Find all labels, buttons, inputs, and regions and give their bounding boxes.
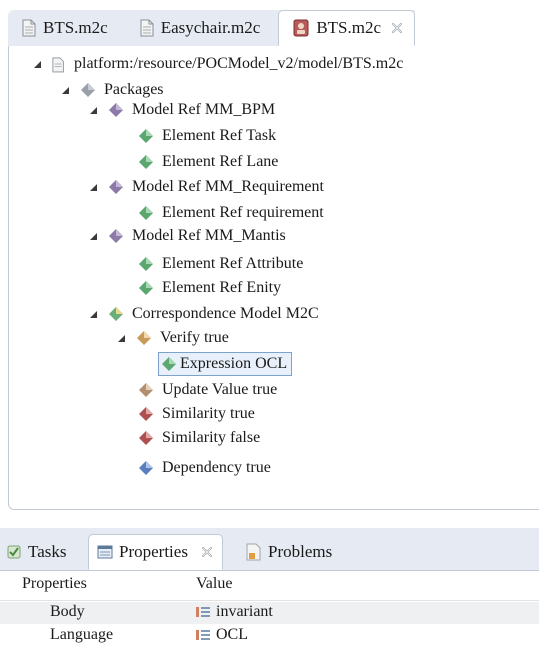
similarity-icon [139, 431, 153, 445]
tree-node-label: Model Ref MM_Requirement [132, 178, 324, 195]
model-ref-icon [109, 229, 123, 243]
tree-node-label: Element Ref Enity [162, 279, 282, 296]
tree-node-element-ref-requirement[interactable]: Element Ref requirement [138, 201, 324, 225]
tree-node-correspondence-model[interactable]: Correspondence Model M2C [89, 302, 319, 326]
tree-node-label: Similarity false [162, 429, 261, 446]
element-ref-icon [139, 155, 153, 169]
property-value[interactable]: invariant [196, 603, 273, 621]
tree-node-element-ref-lane[interactable]: Element Ref Lane [138, 150, 278, 174]
property-value-text: OCL [216, 626, 248, 643]
expanded-twisty-icon[interactable] [117, 334, 126, 343]
tree-node-verify[interactable]: Verify true [117, 326, 229, 350]
expression-icon [162, 357, 176, 371]
tree-node-similarity-false[interactable]: Similarity false [138, 426, 260, 450]
expanded-twisty-icon[interactable] [89, 232, 98, 241]
tree-node-label: Model Ref MM_Mantis [132, 227, 286, 244]
model-ref-icon [109, 103, 123, 117]
editor-tabs: BTS.m2c Easychair.m2c BTS.m2c [8, 10, 416, 47]
close-icon[interactable] [390, 21, 404, 35]
tree-node-label: Similarity true [162, 405, 255, 422]
packages-icon [81, 83, 95, 97]
problems-icon [246, 543, 261, 561]
verify-icon [137, 331, 151, 345]
correspondence-model-icon [109, 307, 123, 321]
document-icon [140, 19, 154, 37]
bottom-panel: Tasks Properties Problems Properties Val… [0, 528, 539, 646]
model-tree-editor: platform:/resource/POCModel_v2/model/BTS… [8, 46, 539, 510]
tree-node-model-ref-mm-bpm[interactable]: Model Ref MM_BPM [89, 98, 275, 122]
property-name: Language [50, 626, 114, 643]
tree-node-dependency[interactable]: Dependency true [138, 456, 271, 480]
tab-problems[interactable]: Problems [246, 534, 332, 570]
element-ref-icon [139, 206, 153, 220]
property-value[interactable]: OCL [196, 626, 248, 644]
tree-node-element-ref-attribute[interactable]: Element Ref Attribute [138, 252, 303, 276]
close-icon[interactable] [200, 545, 214, 559]
tree-node-label: Expression OCL [180, 355, 288, 372]
element-ref-icon [139, 257, 153, 271]
expanded-twisty-icon[interactable] [61, 86, 70, 95]
update-value-icon [139, 383, 153, 397]
tab-label: Properties [119, 542, 188, 561]
element-ref-icon [139, 129, 153, 143]
tree-node-label: Element Ref Attribute [162, 255, 304, 272]
tree-node-label: Element Ref Task [162, 127, 277, 144]
model-ref-icon [109, 180, 123, 194]
tree-node-label: Update Value true [162, 381, 278, 398]
tree-node-label: Dependency true [162, 459, 271, 476]
column-header-value: Value [196, 575, 233, 592]
resource-file-icon [52, 57, 64, 73]
tree-node-root[interactable]: platform:/resource/POCModel_v2/model/BTS… [33, 52, 403, 76]
text-value-icon [196, 607, 210, 617]
tree-node-label: Correspondence Model M2C [132, 305, 319, 322]
tab-easychair-m2c[interactable]: Easychair.m2c [126, 10, 279, 46]
tree-node-label: Model Ref MM_BPM [132, 101, 276, 118]
tab-label: Easychair.m2c [160, 18, 261, 37]
property-name: Body [50, 603, 85, 620]
element-ref-icon [139, 281, 153, 295]
properties-table-header: Properties Value [0, 570, 539, 601]
expanded-twisty-icon[interactable] [89, 106, 98, 115]
tab-label: Problems [268, 542, 333, 561]
tab-tasks[interactable]: Tasks [6, 534, 66, 570]
property-row-body[interactable]: Body invariant [0, 602, 539, 624]
property-row-language[interactable]: Language OCL [0, 625, 539, 647]
dependency-icon [139, 461, 153, 475]
tree-node-similarity-true[interactable]: Similarity true [138, 402, 255, 426]
model-editor-icon [293, 19, 309, 37]
tab-properties[interactable]: Properties [88, 534, 223, 570]
property-value-text: invariant [216, 603, 273, 620]
properties-icon [97, 545, 113, 559]
document-icon [22, 19, 36, 37]
view-tab-bar: Tasks Properties Problems [0, 528, 539, 571]
tab-label: BTS.m2c [316, 18, 382, 37]
expanded-twisty-icon[interactable] [33, 60, 42, 69]
tree-node-label: Verify true [160, 329, 229, 346]
tree-node-label: Element Ref requirement [162, 204, 324, 221]
tree-node-model-ref-mm-requirement[interactable]: Model Ref MM_Requirement [89, 175, 324, 199]
editor-tab-bar: BTS.m2c Easychair.m2c BTS.m2c [0, 0, 539, 47]
tab-bts-m2c-active[interactable]: BTS.m2c [278, 10, 416, 46]
tab-label: BTS.m2c [43, 18, 108, 37]
tree-node-element-ref-task[interactable]: Element Ref Task [138, 124, 276, 148]
tree-node-label: Element Ref Lane [162, 153, 279, 170]
tasks-icon [7, 545, 21, 559]
tree-node-model-ref-mm-mantis[interactable]: Model Ref MM_Mantis [89, 224, 286, 248]
tree-node-expression-ocl[interactable]: Expression OCL [158, 352, 293, 376]
expanded-twisty-icon[interactable] [89, 183, 98, 192]
tab-bts-m2c-1[interactable]: BTS.m2c [8, 10, 126, 46]
column-header-property: Properties [22, 575, 87, 592]
similarity-icon [139, 407, 153, 421]
tree-node-update-value[interactable]: Update Value true [138, 378, 277, 402]
tab-label: Tasks [28, 542, 67, 561]
expanded-twisty-icon[interactable] [89, 310, 98, 319]
tree-node-element-ref-enity[interactable]: Element Ref Enity [138, 276, 281, 300]
tree-node-label: platform:/resource/POCModel_v2/model/BTS… [74, 55, 404, 72]
text-value-icon [196, 630, 210, 640]
